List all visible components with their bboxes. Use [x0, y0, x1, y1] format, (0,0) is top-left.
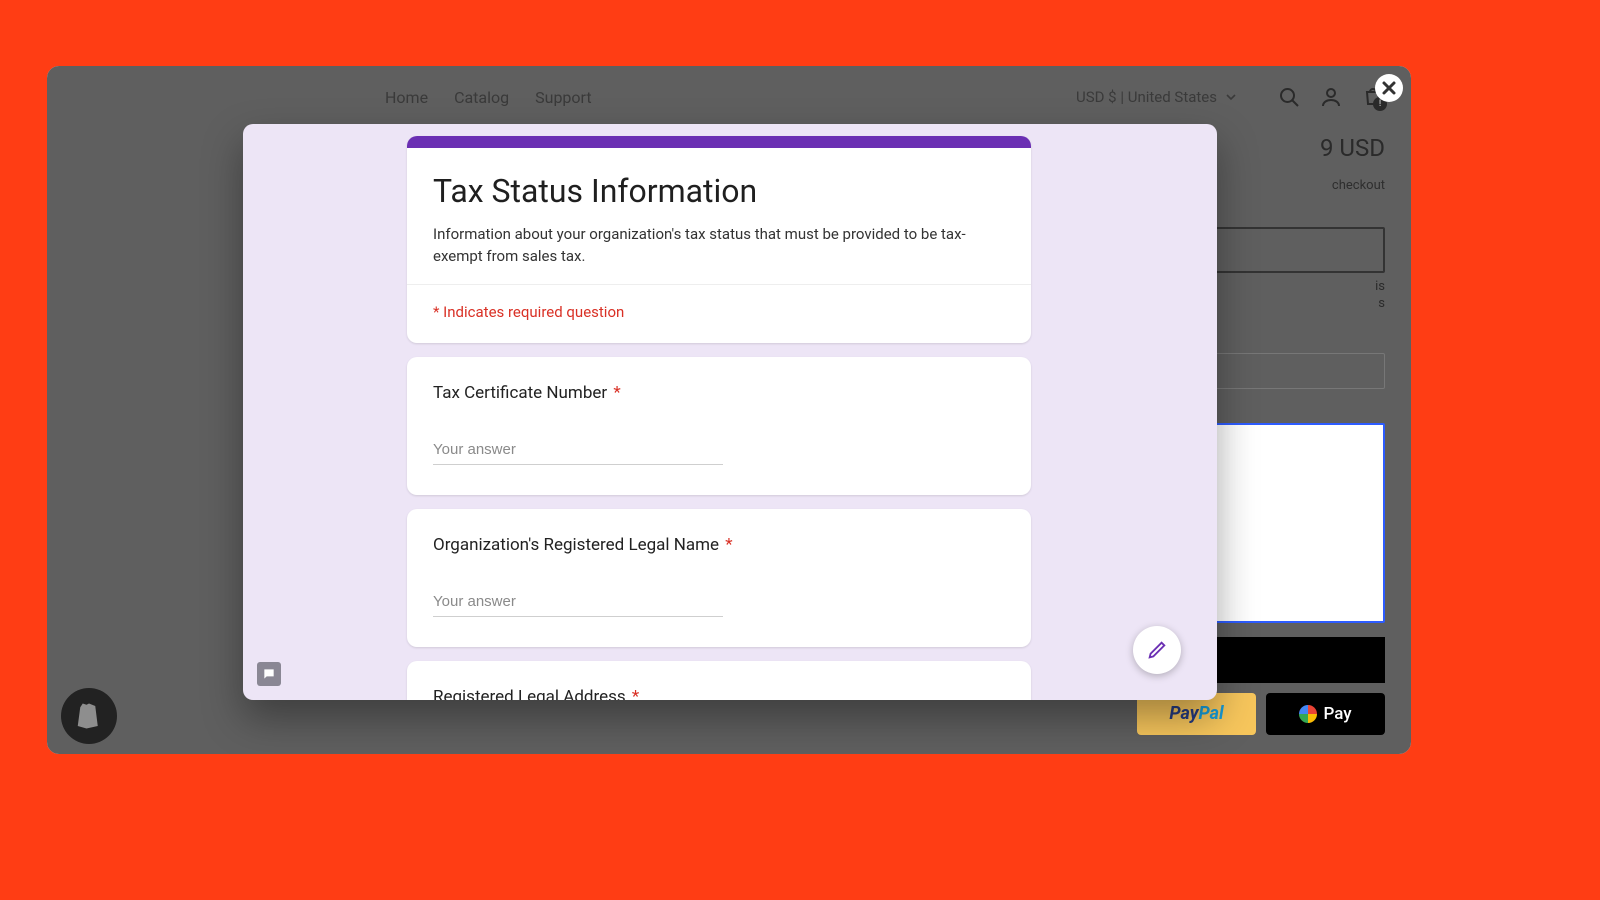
form-header-card: Tax Status Information Information about… [407, 136, 1031, 343]
region-selector[interactable]: USD $ | United States [1076, 88, 1237, 106]
close-icon [1381, 80, 1397, 96]
close-modal-button[interactable] [1375, 74, 1403, 102]
question-card-legal-name: Organization's Registered Legal Name * [407, 509, 1031, 647]
required-indicator-note: * Indicates required question [433, 303, 1005, 321]
tax-status-modal: Tax Status Information Information about… [243, 124, 1217, 700]
screenshot-stage: Home Catalog Support USD $ | United Stat… [47, 66, 1411, 754]
chevron-down-icon [1225, 91, 1237, 103]
nav-home[interactable]: Home [385, 88, 428, 107]
nav-support[interactable]: Support [535, 88, 591, 107]
account-icon[interactable] [1319, 85, 1343, 109]
store-top-nav: Home Catalog Support USD $ | United Stat… [47, 66, 1411, 128]
tax-certificate-input[interactable] [433, 439, 723, 465]
required-star-icon: * [632, 687, 639, 701]
form-scroll-area[interactable]: Tax Status Information Information about… [243, 124, 1217, 700]
required-star-icon: * [613, 383, 620, 403]
report-icon [262, 667, 276, 681]
region-label: USD $ | United States [1076, 88, 1217, 106]
question-card-legal-address: Registered Legal Address * [407, 661, 1031, 701]
question-label: Registered Legal Address * [433, 687, 1005, 701]
paypal-logo-pal: Pal [1199, 703, 1224, 724]
form-title: Tax Status Information [433, 172, 1005, 210]
shopify-badge-icon[interactable] [61, 688, 117, 744]
required-star-icon: * [725, 535, 732, 555]
paypal-logo-pay: Pay [1169, 703, 1198, 724]
question-text: Registered Legal Address [433, 687, 626, 701]
question-label: Organization's Registered Legal Name * [433, 535, 1005, 555]
question-label: Tax Certificate Number * [433, 383, 1005, 403]
search-icon[interactable] [1277, 85, 1301, 109]
pencil-icon [1146, 639, 1168, 661]
report-problem-button[interactable] [257, 662, 281, 686]
nav-links: Home Catalog Support [385, 88, 592, 107]
edit-form-fab[interactable] [1133, 626, 1181, 674]
gpay-label: Pay [1323, 704, 1351, 724]
question-card-tax-cert: Tax Certificate Number * [407, 357, 1031, 495]
form-description: Information about your organization's ta… [433, 224, 1005, 268]
google-pay-button[interactable]: Pay [1266, 693, 1385, 735]
google-logo-icon [1299, 705, 1317, 723]
question-text: Tax Certificate Number [433, 383, 607, 403]
question-text: Organization's Registered Legal Name [433, 535, 719, 555]
legal-name-input[interactable] [433, 591, 723, 617]
nav-catalog[interactable]: Catalog [454, 88, 509, 107]
form-accent-stripe [407, 136, 1031, 148]
